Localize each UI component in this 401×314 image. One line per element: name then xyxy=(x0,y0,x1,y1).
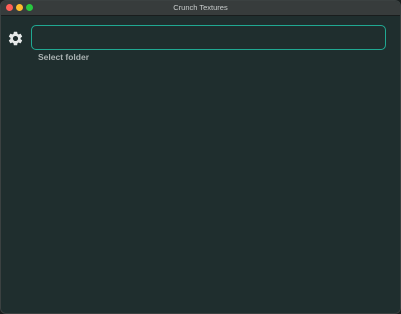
window-title: Crunch Textures xyxy=(173,3,228,12)
main-content: Select folder xyxy=(1,16,400,313)
title-bar[interactable]: Crunch Textures xyxy=(1,1,400,16)
app-window: Crunch Textures Select folder xyxy=(0,0,401,314)
gear-icon[interactable] xyxy=(7,30,24,47)
gear-icon-glyph xyxy=(8,31,23,46)
folder-path-input[interactable] xyxy=(31,25,386,50)
select-folder-label[interactable]: Select folder xyxy=(38,52,89,62)
